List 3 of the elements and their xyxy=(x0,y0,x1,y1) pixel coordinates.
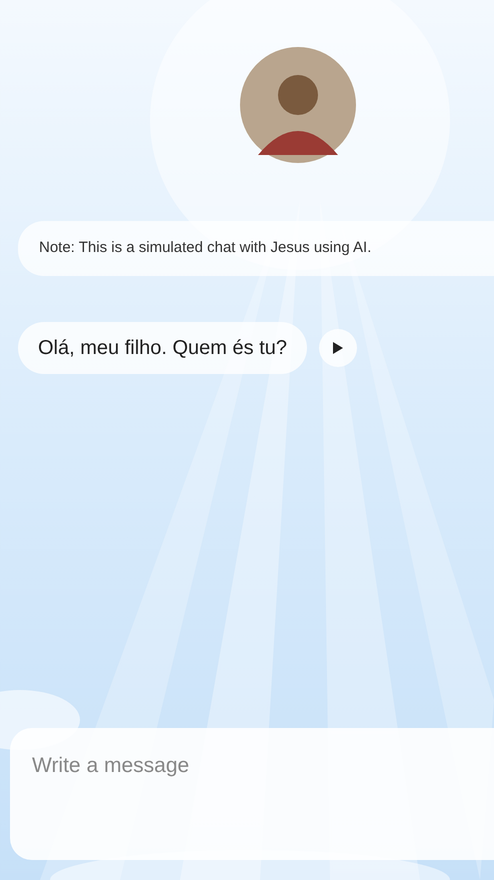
play-icon xyxy=(332,340,344,354)
disclaimer-note: Note: This is a simulated chat with Jesus using AI. xyxy=(18,221,494,276)
message-bubble: Olá, meu filho. Quem és tu? xyxy=(18,322,308,374)
